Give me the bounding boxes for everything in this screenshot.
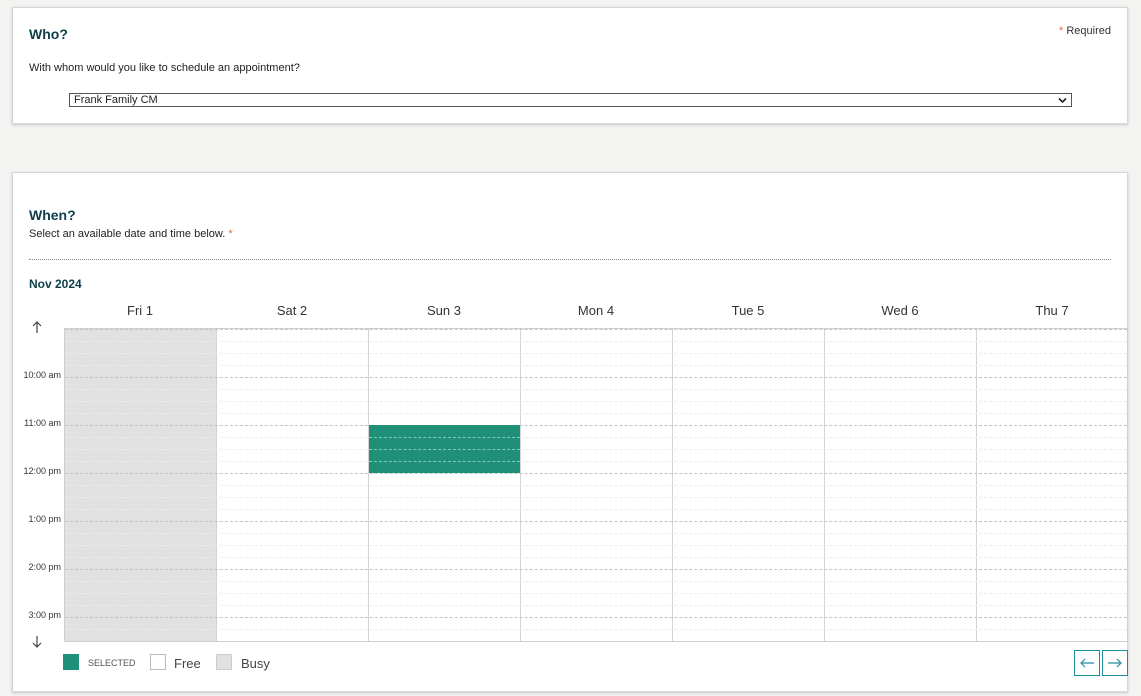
month-label: Nov 2024 bbox=[29, 277, 82, 291]
arrow-up-icon[interactable] bbox=[30, 320, 44, 334]
time-label: 12:00 pm bbox=[23, 466, 61, 476]
time-label: 3:00 pm bbox=[28, 610, 61, 620]
legend-busy-label: Busy bbox=[241, 656, 270, 671]
when-subtitle-text: Select an available date and time below. bbox=[29, 228, 226, 240]
who-question: With whom would you like to schedule an … bbox=[29, 62, 300, 74]
day-header: Wed 6 bbox=[881, 303, 919, 318]
quarter-gridline bbox=[65, 605, 1127, 606]
quarter-gridline bbox=[65, 629, 1127, 630]
quarter-gridline bbox=[65, 353, 1127, 354]
when-required-star: * bbox=[228, 228, 233, 240]
hour-gridline bbox=[65, 617, 1127, 618]
required-note: * Required bbox=[1059, 25, 1111, 37]
time-label: 10:00 am bbox=[23, 370, 61, 380]
divider bbox=[29, 259, 1111, 260]
hour-gridline bbox=[65, 329, 1127, 330]
day-header: Thu 7 bbox=[1035, 303, 1069, 318]
who-heading: Who? bbox=[29, 26, 68, 42]
when-subtitle: Select an available date and time below.… bbox=[29, 228, 233, 240]
quarter-gridline bbox=[65, 461, 1127, 462]
quarter-gridline bbox=[65, 437, 1127, 438]
hour-gridline bbox=[65, 425, 1127, 426]
quarter-gridline bbox=[65, 413, 1127, 414]
time-label: 11:00 am bbox=[24, 418, 61, 428]
quarter-gridline bbox=[65, 341, 1127, 342]
quarter-gridline bbox=[65, 545, 1127, 546]
when-card: When? Select an available date and time … bbox=[12, 172, 1128, 692]
next-week-button[interactable] bbox=[1102, 650, 1128, 676]
quarter-gridline bbox=[65, 449, 1127, 450]
legend-selected-swatch bbox=[63, 654, 79, 670]
hour-gridline bbox=[65, 377, 1127, 378]
calendar-grid bbox=[64, 328, 1128, 642]
required-star: * bbox=[1059, 25, 1064, 37]
hour-gridline bbox=[65, 473, 1127, 474]
arrow-left-icon bbox=[1080, 658, 1094, 668]
day-header: Mon 4 bbox=[577, 303, 615, 318]
hour-gridline bbox=[65, 569, 1127, 570]
legend-free-label: Free bbox=[174, 656, 201, 671]
day-header: Sat 2 bbox=[276, 303, 308, 318]
quarter-gridline bbox=[65, 509, 1127, 510]
selected-appointment-slot[interactable] bbox=[369, 425, 520, 473]
when-heading: When? bbox=[29, 207, 76, 223]
required-label: Required bbox=[1066, 25, 1111, 37]
prev-week-button[interactable] bbox=[1074, 650, 1100, 676]
legend-selected-label: SELECTED bbox=[88, 658, 136, 668]
time-label: 1:00 pm bbox=[28, 514, 61, 524]
quarter-gridline bbox=[65, 365, 1127, 366]
time-label: 2:00 pm bbox=[28, 562, 61, 572]
selected-slot-gridline bbox=[369, 437, 520, 438]
day-header: Sun 3 bbox=[427, 303, 461, 318]
quarter-gridline bbox=[65, 497, 1127, 498]
hour-gridline bbox=[65, 521, 1127, 522]
arrow-down-icon[interactable] bbox=[30, 635, 44, 649]
provider-select-value: Frank Family CM bbox=[74, 94, 158, 106]
quarter-gridline bbox=[65, 533, 1127, 534]
legend-free-swatch bbox=[150, 654, 166, 670]
selected-slot-gridline bbox=[369, 461, 520, 462]
quarter-gridline bbox=[65, 581, 1127, 582]
quarter-gridline bbox=[65, 593, 1127, 594]
quarter-gridline bbox=[65, 557, 1127, 558]
who-card: Who? * Required With whom would you like… bbox=[12, 7, 1128, 124]
chevron-down-icon bbox=[1058, 97, 1067, 104]
arrow-right-icon bbox=[1108, 658, 1122, 668]
legend-busy-swatch bbox=[216, 654, 232, 670]
quarter-gridline bbox=[65, 389, 1127, 390]
quarter-gridline bbox=[65, 401, 1127, 402]
day-header: Tue 5 bbox=[731, 303, 765, 318]
quarter-gridline bbox=[65, 485, 1127, 486]
selected-slot-gridline bbox=[369, 449, 520, 450]
quarter-gridline bbox=[65, 641, 1127, 642]
day-header: Fri 1 bbox=[127, 303, 153, 318]
provider-select[interactable]: Frank Family CM bbox=[69, 93, 1072, 107]
